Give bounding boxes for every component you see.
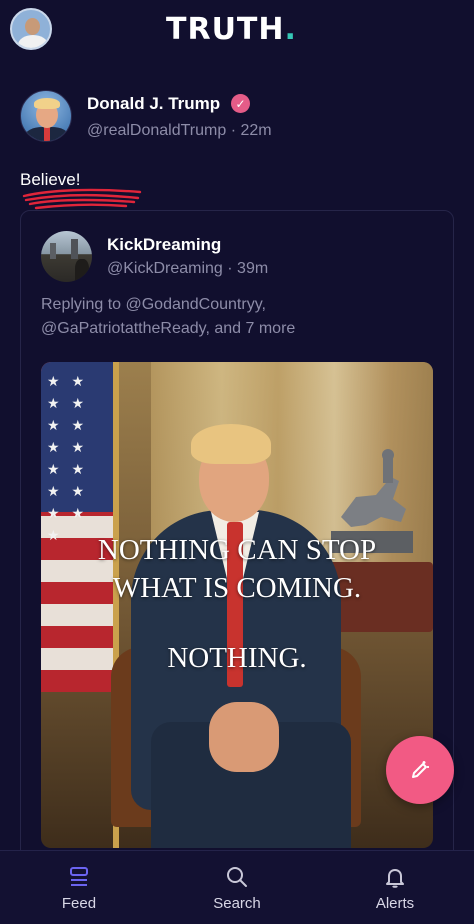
quoted-author-name[interactable]: KickDreaming — [107, 235, 221, 255]
nav-feed[interactable]: Feed — [19, 851, 139, 924]
image-caption-line3: NOTHING. — [167, 642, 307, 674]
bottom-navigation: Feed Search Alerts — [0, 850, 474, 924]
author-avatar[interactable] — [20, 90, 72, 142]
top-header: TRUTH. — [0, 0, 474, 62]
image-caption-line1: NOTHING CAN STOP — [97, 534, 377, 566]
quoted-author-avatar[interactable] — [41, 231, 92, 282]
compose-button[interactable] — [386, 736, 454, 804]
nav-search[interactable]: Search — [177, 851, 297, 924]
replying-to-text[interactable]: Replying to @GodandCountryy, — [41, 296, 266, 314]
post-image[interactable]: ★ ★ ★ ★ ★ ★ ★ ★ ★ ★ ★ ★ ★ ★ ★ NOTHING CA… — [41, 362, 433, 848]
author-name[interactable]: Donald J. Trump — [87, 94, 220, 114]
author-handle-time[interactable]: @realDonaldTrump · 22m — [87, 122, 272, 140]
verified-check-icon: ✓ — [231, 94, 250, 113]
nav-search-label: Search — [213, 895, 261, 912]
truth-logo: TRUTH. — [166, 12, 297, 47]
bell-icon — [386, 869, 404, 888]
replying-to-more-text[interactable]: @GaPatriotattheReady, and 7 more — [41, 320, 295, 338]
feed-icon — [70, 867, 88, 886]
profile-avatar[interactable] — [10, 8, 52, 50]
compose-icon — [412, 761, 429, 778]
quoted-author-handle-time[interactable]: @KickDreaming · 39m — [107, 260, 268, 278]
image-caption-line2: WHAT IS COMING. — [112, 572, 362, 604]
nav-feed-label: Feed — [61, 895, 97, 912]
search-icon — [227, 867, 247, 887]
red-scribble-mark — [22, 188, 142, 210]
nav-alerts-label: Alerts — [375, 895, 415, 912]
nav-alerts[interactable]: Alerts — [335, 851, 455, 924]
